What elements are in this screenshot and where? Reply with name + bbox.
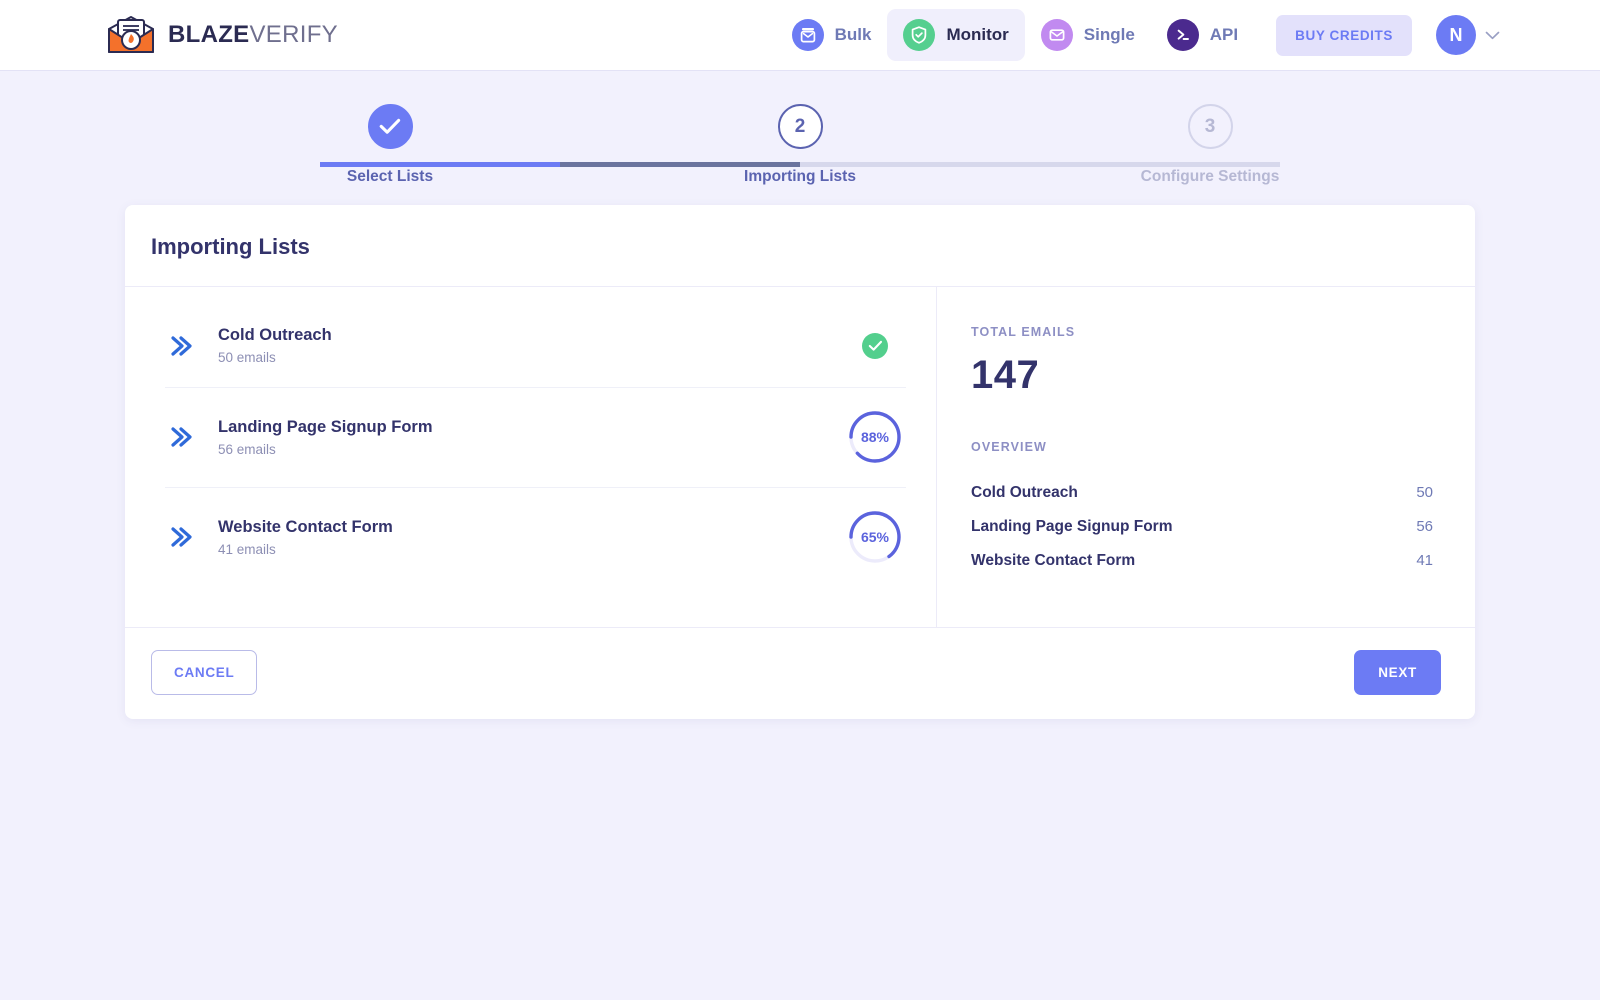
list-item-status	[844, 332, 906, 359]
cancel-button[interactable]: CANCEL	[151, 650, 258, 695]
step-3-label: Configure Settings	[1140, 168, 1280, 185]
progress-stepper: Select Lists 2 Importing Lists 3 Configu…	[295, 71, 1305, 191]
step-3-indicator: 3	[1187, 104, 1233, 149]
step-1-indicator	[367, 104, 413, 149]
primary-nav: Bulk Monitor Single API BUY CREDITS N	[776, 9, 1500, 61]
card-body: Cold Outreach 50 emails Landing Page Sig…	[125, 287, 1475, 627]
avatar: N	[1436, 15, 1476, 55]
overview-row: Landing Page Signup Form 56	[971, 510, 1433, 544]
list-item[interactable]: Cold Outreach 50 emails	[165, 305, 906, 388]
overview-list: Cold Outreach 50 Landing Page Signup For…	[971, 476, 1433, 578]
check-circle-icon	[862, 332, 888, 359]
nav-item-bulk[interactable]: Bulk	[776, 9, 888, 61]
envelope-flame-icon	[105, 15, 157, 55]
stepper-steps: Select Lists 2 Importing Lists 3 Configu…	[295, 104, 1305, 186]
nav-item-single[interactable]: Single	[1025, 9, 1151, 61]
list-item-name: Website Contact Form	[218, 517, 393, 536]
account-menu[interactable]: N	[1436, 15, 1500, 55]
step-select-lists[interactable]: Select Lists	[295, 104, 485, 186]
step-1-label: Select Lists	[346, 168, 434, 185]
envelope-icon	[1040, 19, 1073, 51]
card-header: Importing Lists	[125, 205, 1475, 287]
list-item[interactable]: Website Contact Form 41 emails 65%	[165, 488, 906, 587]
step-2-indicator: 2	[777, 104, 823, 149]
nav-item-api-label: API	[1209, 25, 1239, 44]
list-item-name: Landing Page Signup Form	[218, 417, 433, 436]
progress-ring-label: 65%	[860, 529, 890, 545]
brand-logo[interactable]: BLAZEVERIFY	[105, 15, 338, 55]
nav-item-monitor-label: Monitor	[946, 25, 1009, 44]
overview-row-value: 56	[1416, 518, 1433, 535]
chevron-down-icon	[1485, 28, 1500, 43]
overview-row-value: 41	[1416, 552, 1433, 569]
step-importing-lists[interactable]: 2 Importing Lists	[705, 104, 895, 186]
progress-ring: 88%	[847, 409, 903, 465]
step-2-label: Importing Lists	[744, 168, 856, 185]
page-title: Importing Lists	[151, 234, 310, 259]
step-configure-settings[interactable]: 3 Configure Settings	[1115, 104, 1305, 186]
buy-credits-button[interactable]: BUY CREDITS	[1276, 14, 1412, 56]
list-item-status: 88%	[844, 409, 906, 465]
list-item[interactable]: Landing Page Signup Form 56 emails 88%	[165, 388, 906, 488]
terminal-icon	[1166, 19, 1199, 51]
progress-ring-label: 88%	[860, 429, 890, 445]
shield-check-icon	[903, 19, 936, 51]
list-item-count: 56 emails	[218, 441, 276, 457]
overview-row-name: Landing Page Signup Form	[971, 518, 1173, 535]
list-item-text: Website Contact Form 41 emails	[218, 518, 844, 557]
app-header: BLAZEVERIFY Bulk Monitor Single API BUY …	[0, 0, 1600, 71]
overview-row: Cold Outreach 50	[971, 476, 1433, 510]
overview-pane: TOTAL EMAILS 147 OVERVIEW Cold Outreach …	[937, 287, 1475, 627]
overview-row-name: Cold Outreach	[971, 484, 1078, 501]
card-footer: CANCEL NEXT	[125, 627, 1475, 719]
overview-row: Website Contact Form 41	[971, 544, 1433, 578]
brand-name: BLAZEVERIFY	[168, 21, 338, 49]
list-item-text: Cold Outreach 50 emails	[218, 326, 844, 365]
import-list-pane: Cold Outreach 50 emails Landing Page Sig…	[125, 287, 937, 627]
double-chevron-right-icon	[165, 331, 199, 361]
list-item-status: 65%	[844, 509, 906, 565]
double-chevron-right-icon	[165, 522, 199, 552]
nav-item-monitor[interactable]: Monitor	[887, 9, 1025, 61]
list-item-name: Cold Outreach	[218, 326, 332, 344]
total-emails-caption: TOTAL EMAILS	[971, 325, 1076, 339]
progress-ring: 65%	[847, 509, 903, 565]
list-item-text: Landing Page Signup Form 56 emails	[218, 418, 844, 457]
overview-caption: OVERVIEW	[971, 440, 1047, 454]
overview-row-value: 50	[1416, 484, 1433, 501]
nav-item-single-label: Single	[1083, 25, 1135, 44]
list-item-count: 50 emails	[218, 350, 276, 365]
double-chevron-right-icon	[165, 422, 199, 452]
overview-row-name: Website Contact Form	[971, 552, 1136, 569]
nav-item-api[interactable]: API	[1151, 9, 1254, 61]
brand-name-light: VERIFY	[249, 21, 338, 48]
brand-name-bold: BLAZE	[168, 21, 250, 48]
importing-lists-card: Importing Lists Cold Outreach 50 emails	[125, 205, 1475, 719]
total-emails-value: 147	[971, 353, 1040, 397]
next-button[interactable]: NEXT	[1354, 650, 1441, 695]
inbox-icon	[791, 19, 824, 51]
nav-item-bulk-label: Bulk	[834, 25, 872, 44]
list-item-count: 41 emails	[218, 541, 276, 557]
